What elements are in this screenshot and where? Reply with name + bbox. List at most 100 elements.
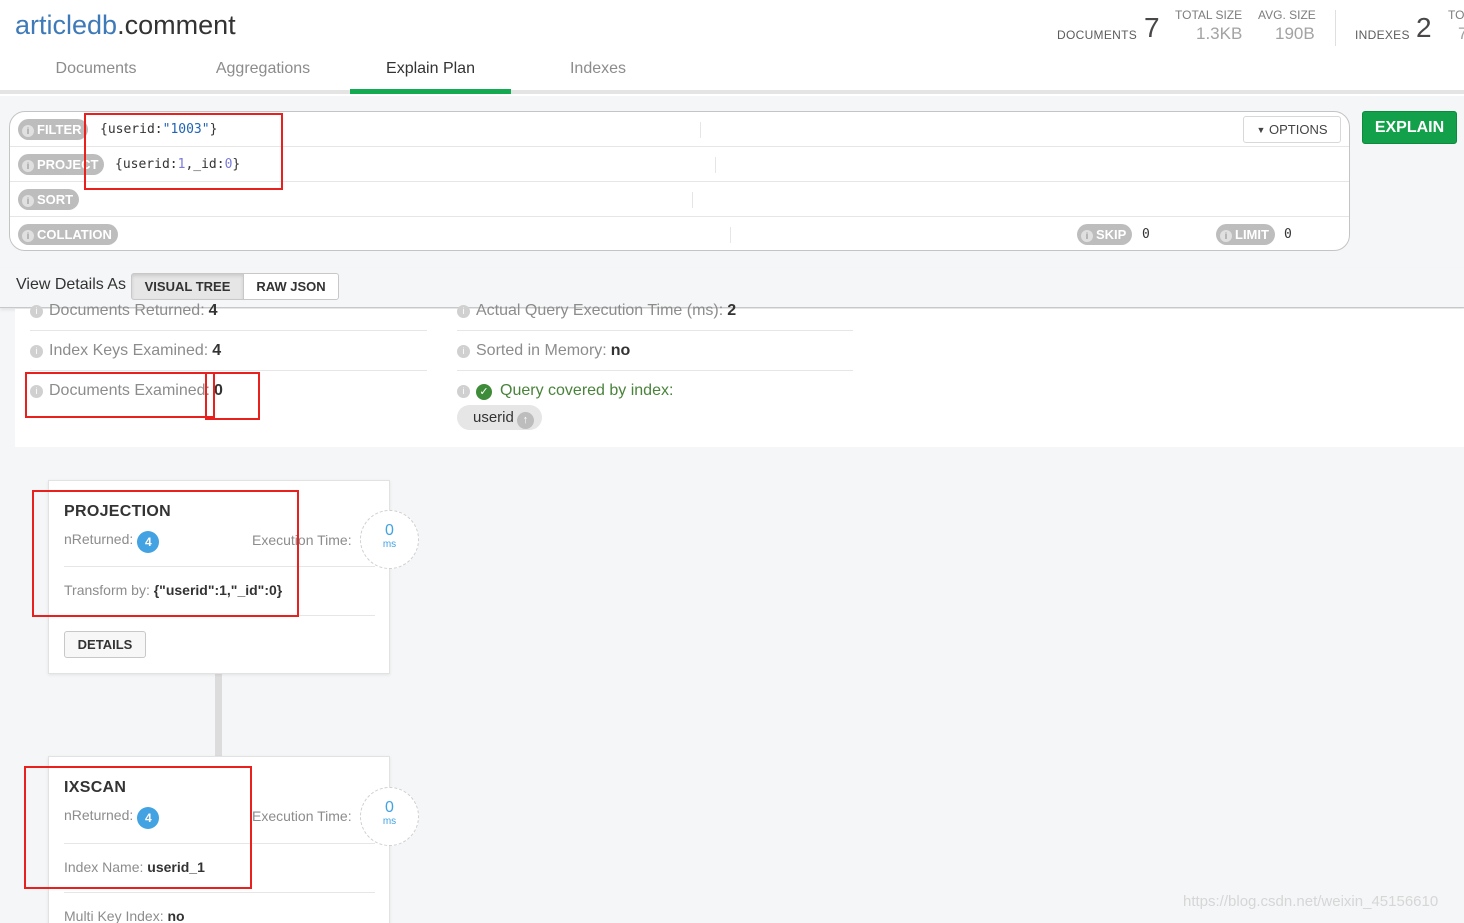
avg-size-value: 190B <box>1275 24 1315 43</box>
project-separator <box>715 157 716 173</box>
tab-indexes[interactable]: Indexes <box>518 60 678 94</box>
transform-label: Transform by: <box>64 582 150 598</box>
exec-time-value: 2 <box>727 302 737 319</box>
info-icon: i <box>22 125 34 137</box>
limit-label: i LIMIT <box>1216 224 1275 245</box>
exec-time-unit: ms <box>382 816 397 827</box>
limit-input[interactable]: 0 <box>1284 217 1292 252</box>
skip-input[interactable]: 0 <box>1142 217 1150 252</box>
clock-icon: 0 ms <box>360 787 419 846</box>
stage-name: PROJECTION <box>64 503 172 520</box>
filter-label-text: FILTER <box>37 122 82 137</box>
tab-documents[interactable]: Documents <box>16 60 176 94</box>
info-icon: i <box>22 230 34 242</box>
sorted-label: Sorted in Memory: <box>476 342 607 359</box>
caret-down-icon: ▼ <box>1256 125 1266 135</box>
docs-returned-label: Documents Returned: <box>49 302 205 319</box>
info-icon: i <box>30 345 43 358</box>
total-size-value: 1.3KB <box>1196 24 1243 43</box>
details-button[interactable]: DETAILS <box>64 631 146 658</box>
index-keys-value: 4 <box>212 342 222 359</box>
sort-row: i SORT <box>10 182 1349 217</box>
transform-value: {"userid":1,"_id":0} <box>153 582 283 598</box>
project-label: i PROJECT <box>18 154 105 175</box>
summary-docs-examined: i Documents Examined: 0 <box>30 371 427 411</box>
query-bar: i FILTER {userid:"1003"} i PROJECT {userid… <box>9 111 1350 251</box>
sort-input[interactable] <box>90 182 690 217</box>
stage-exec-time-label: Execution Time: <box>252 808 352 824</box>
docs-returned-value: 4 <box>208 302 218 319</box>
database-name[interactable]: articledb <box>15 10 117 40</box>
collation-separator <box>730 227 731 243</box>
active-tab-indicator <box>350 89 511 94</box>
explain-button[interactable]: EXPLAIN <box>1362 111 1457 144</box>
collation-label: i COLLATION <box>18 224 118 245</box>
stage-nreturned: nReturned: 4 <box>64 807 160 829</box>
sort-label: i SORT <box>18 189 80 210</box>
nreturned-badge: 4 <box>137 531 160 553</box>
filter-close: } <box>209 122 218 137</box>
info-icon: i <box>22 195 34 207</box>
filter-input[interactable]: {userid:"1003"} <box>100 112 217 147</box>
covered-label: Query covered by index: <box>500 382 674 399</box>
exec-time-value: 0 <box>385 799 394 816</box>
card-divider <box>64 892 375 893</box>
project-label-text: PROJECT <box>37 157 99 172</box>
exec-time-unit: ms <box>382 539 397 550</box>
arrow-up-icon: ↑ <box>516 412 534 429</box>
stage-exec-time-label: Execution Time: <box>252 532 352 548</box>
exec-time-value: 0 <box>385 522 394 539</box>
summary-index-keys: i Index Keys Examined: 4 <box>30 331 427 371</box>
collation-row: i COLLATION i SKIP 0 i LIMIT 0 <box>10 217 1349 252</box>
options-label: OPTIONS <box>1269 122 1328 137</box>
collation-label-text: COLLATION <box>37 227 112 242</box>
info-icon: i <box>457 385 470 398</box>
documents-label: DOCUMENTS <box>1057 28 1138 42</box>
filter-row: i FILTER {userid:"1003"} <box>10 112 1349 147</box>
collection-name: .comment <box>117 10 236 40</box>
summary-sorted-in-memory: i Sorted in Memory: no <box>457 331 853 371</box>
covering-index-name: userid <box>473 409 514 426</box>
skip-label-text: SKIP <box>1096 227 1127 242</box>
info-icon: i <box>457 305 470 318</box>
nreturned-label: nReturned: <box>64 531 134 547</box>
project-input[interactable]: {userid:1,_id:0} <box>115 147 240 182</box>
project-key-2: ,_id: <box>185 157 225 172</box>
options-button[interactable]: ▼ OPTIONS <box>1243 116 1341 143</box>
docs-examined-label: Documents Examined: <box>49 382 210 399</box>
multikey-label: Multi Key Index: <box>64 908 164 923</box>
sort-label-text: SORT <box>37 192 74 207</box>
truncated-stat-label: TO <box>1448 8 1464 22</box>
filter-key: {userid: <box>100 122 163 137</box>
info-icon: i <box>457 345 470 358</box>
summary-exec-time: i Actual Query Execution Time (ms): 2 <box>457 291 853 331</box>
avg-size-label: AVG. SIZE <box>1258 8 1316 22</box>
summary-docs-returned: i Documents Returned: 4 <box>30 291 427 331</box>
stats-divider <box>1335 10 1336 46</box>
covering-index-chip[interactable]: userid ↑ <box>457 405 542 430</box>
filter-separator <box>700 122 701 138</box>
collection-title: articledb.comment <box>15 10 236 41</box>
project-key: {userid: <box>115 157 178 172</box>
stage-card-ixscan: IXSCAN nReturned: 4 Execution Time: Index… <box>48 756 390 923</box>
stage-connector <box>215 674 222 756</box>
truncated-stat-value: 7 <box>1458 24 1464 43</box>
indexes-count: 2 <box>1416 12 1432 43</box>
card-divider <box>64 615 375 616</box>
stage-card-projection: PROJECTION nReturned: 4 Execution Time: T… <box>48 480 390 674</box>
indexes-label: INDEXES <box>1355 28 1410 42</box>
sorted-value: no <box>610 342 631 359</box>
multikey-value: no <box>167 908 185 923</box>
tab-aggregations[interactable]: Aggregations <box>183 60 343 94</box>
stage-name: IXSCAN <box>64 779 127 796</box>
exec-time-label: Actual Query Execution Time (ms): <box>476 302 724 319</box>
limit-label-text: LIMIT <box>1235 227 1269 242</box>
card-divider <box>64 843 375 844</box>
info-icon: i <box>1220 230 1232 242</box>
stage-index-name: Index Name: userid_1 <box>64 859 205 875</box>
collation-input[interactable] <box>125 217 725 251</box>
total-size-label: TOTAL SIZE <box>1175 8 1243 22</box>
docs-examined-value: 0 <box>213 382 223 399</box>
check-circle-icon: ✓ <box>476 384 492 400</box>
info-icon: i <box>1081 230 1093 242</box>
